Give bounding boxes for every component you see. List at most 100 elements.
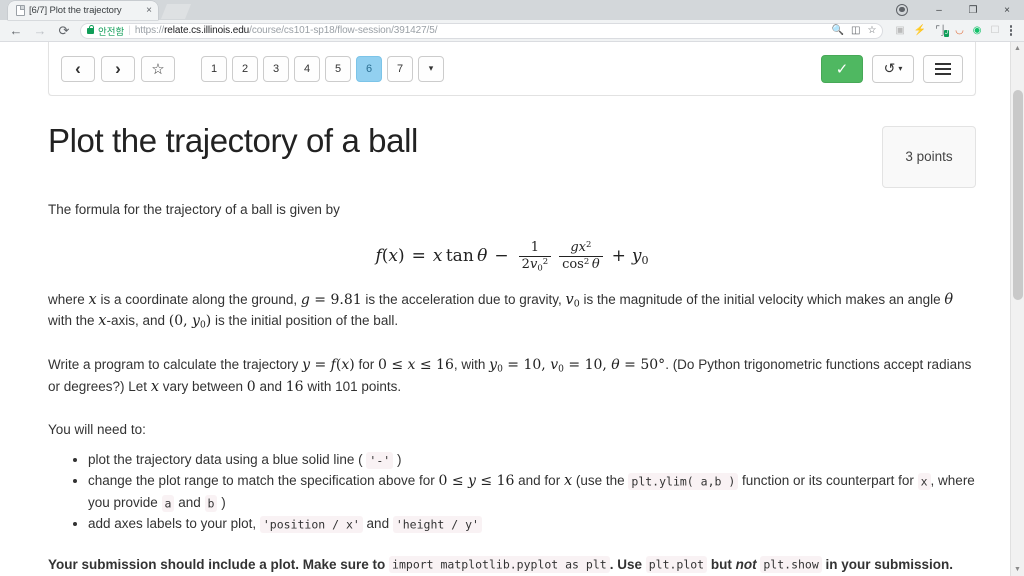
list-item: plot the trajectory data using a blue so…: [88, 450, 976, 470]
box-icon[interactable]: ▣: [895, 25, 904, 36]
lock-icon: [87, 24, 95, 34]
maximize-button[interactable]: ❐: [956, 0, 990, 20]
bullet2-part4: function or its counterpart for: [738, 473, 918, 489]
formula-minus: −: [494, 246, 509, 267]
write-x2: x: [150, 379, 159, 396]
submit-button[interactable]: ✓: [821, 54, 863, 83]
points-badge: 3 points: [882, 126, 976, 188]
where-x: x: [88, 291, 97, 308]
bullet3-code2: 'height / y': [392, 515, 482, 533]
submission-part1: Your submission should include a plot. M…: [48, 556, 390, 572]
page-button-5[interactable]: 5: [325, 55, 351, 82]
flow-toolbar: ‹ › ☆ 1 2 3 4 5 6 7 ▾ ✓ ↺ ▾: [48, 42, 976, 96]
where-v0: v0: [565, 291, 580, 309]
zoom-icon[interactable]: 🔍: [832, 25, 844, 36]
grammarly-icon[interactable]: ◉: [973, 25, 982, 36]
write-y-eq: y = f(x): [302, 357, 355, 374]
chrome-menu-icon[interactable]: [1004, 25, 1021, 36]
hamburger-menu-icon[interactable]: [923, 54, 963, 83]
fraction-1-denominator: 2v02: [518, 255, 552, 273]
page-button-6[interactable]: 6: [356, 55, 382, 82]
write-part1: Write a program to calculate the traject…: [48, 357, 303, 373]
formula-fraction-1: 1 2v02: [518, 240, 552, 273]
scrollbar-thumb[interactable]: [1013, 90, 1023, 300]
minimize-button[interactable]: –: [922, 0, 956, 20]
browser-window: [6/7] Plot the trajectory × – ❐ × ← → ⟳ …: [0, 0, 1024, 576]
submission-note: Your submission should include a plot. M…: [48, 555, 976, 575]
bullet2-part3: (use the: [572, 473, 629, 489]
extension-box-icon[interactable]: ☐: [991, 25, 1000, 36]
tab-title: [6/7] Plot the trajectory: [29, 5, 122, 16]
reload-button[interactable]: ⟳: [52, 20, 76, 42]
you-will-need-label: You will need to:: [48, 421, 146, 437]
fraction-2-numerator: gx2: [570, 239, 592, 256]
list-item: add axes labels to your plot, 'position …: [88, 514, 976, 534]
bullet2-code4: b: [204, 494, 218, 512]
browser-titlebar: [6/7] Plot the trajectory × – ❐ ×: [0, 0, 1024, 20]
page-icon: [16, 5, 25, 16]
bookmark-star-icon[interactable]: ☆: [867, 25, 876, 36]
submission-italic-not: not: [735, 556, 757, 572]
assignment-document: Plot the trajectory of a ball 3 points T…: [48, 96, 976, 576]
write-part6: and: [255, 379, 286, 395]
history-dropdown-button[interactable]: ↺ ▾: [872, 54, 914, 83]
forward-button[interactable]: →: [28, 20, 52, 42]
where-g-value: g = 9.81: [300, 291, 362, 308]
scroll-up-icon[interactable]: ▲: [1014, 45, 1021, 52]
omnibox-icons: 🔍 ◫ ☆: [826, 25, 877, 36]
submission-part3: but: [707, 556, 736, 572]
page-button-3[interactable]: 3: [263, 55, 289, 82]
formula-fraction-2: gx2 cos2 θ: [559, 239, 603, 273]
chevron-down-icon[interactable]: ▾: [418, 55, 444, 82]
requirements-list: plot the trajectory data using a blue so…: [48, 450, 976, 535]
write-part7: with 101 points.: [303, 379, 402, 395]
write-part2: for: [354, 357, 378, 373]
close-icon[interactable]: ×: [142, 5, 152, 16]
profile-icon[interactable]: [896, 4, 908, 16]
where-part6: -axis, and: [106, 313, 169, 329]
page-button-1[interactable]: 1: [201, 55, 227, 82]
where-theta: θ: [944, 291, 954, 308]
scroll-down-icon[interactable]: ▼: [1014, 566, 1021, 573]
back-button[interactable]: ←: [4, 20, 28, 42]
translate-icon[interactable]: ◫: [851, 25, 860, 36]
address-bar[interactable]: 안전함 | https://relate.cs.illinois.edu/cou…: [80, 22, 884, 39]
write-zero: 0: [246, 379, 256, 396]
rainbow-icon[interactable]: ◡: [955, 25, 964, 36]
bullet2-code1: plt.ylim( a,b ): [628, 472, 739, 490]
write-sixteen: 16: [285, 379, 304, 396]
where-initial-point: (0, y0): [168, 313, 212, 331]
formula-lhs: f(x): [375, 246, 405, 267]
browser-toolbar: ← → ⟳ 안전함 | https://relate.cs.illinois.e…: [0, 20, 1024, 42]
where-part1: where: [48, 291, 89, 307]
secure-label: 안전함: [98, 26, 125, 38]
flow-actions-group: ✓ ↺ ▾: [821, 54, 963, 83]
lightning-icon[interactable]: ⚡: [914, 25, 926, 36]
bullet1-code1: '-': [366, 451, 394, 469]
write-part5: vary between: [159, 379, 247, 395]
page-button-4[interactable]: 4: [294, 55, 320, 82]
bullet3-part2: and: [362, 516, 393, 532]
bullet2-x: x: [563, 473, 573, 490]
stats-badge: J: [944, 29, 950, 37]
url-text: https://relate.cs.illinois.edu/course/cs…: [135, 25, 438, 36]
close-button[interactable]: ×: [990, 0, 1024, 20]
list-item: change the plot range to match the speci…: [88, 471, 976, 513]
extension-icons: ▣ ⚡ ⌜⌡ J ◡ ◉ ☐: [887, 25, 1003, 37]
bullet2-part1: change the plot range to match the speci…: [88, 473, 439, 489]
stats-icon[interactable]: ⌜⌡ J: [935, 25, 950, 37]
new-tab-button[interactable]: [161, 4, 191, 19]
page-scrollbar[interactable]: ▲ ▼: [1010, 42, 1024, 576]
where-part3: is the acceleration due to gravity,: [361, 291, 566, 307]
page-button-7[interactable]: 7: [387, 55, 413, 82]
browser-tab[interactable]: [6/7] Plot the trajectory ×: [8, 1, 158, 20]
url-path: /course/cs101-sp18/flow-session/391427/5…: [249, 25, 438, 36]
bullet1-part2: ): [393, 452, 402, 468]
where-part2: is a coordinate along the ground,: [96, 291, 301, 307]
page-button-2[interactable]: 2: [232, 55, 258, 82]
write-part3: , with: [453, 357, 490, 373]
submission-part5: in your submission.: [821, 556, 954, 572]
previous-page-button[interactable]: ‹: [61, 55, 95, 82]
next-page-button[interactable]: ›: [101, 55, 135, 82]
bookmark-icon[interactable]: ☆: [141, 55, 175, 82]
